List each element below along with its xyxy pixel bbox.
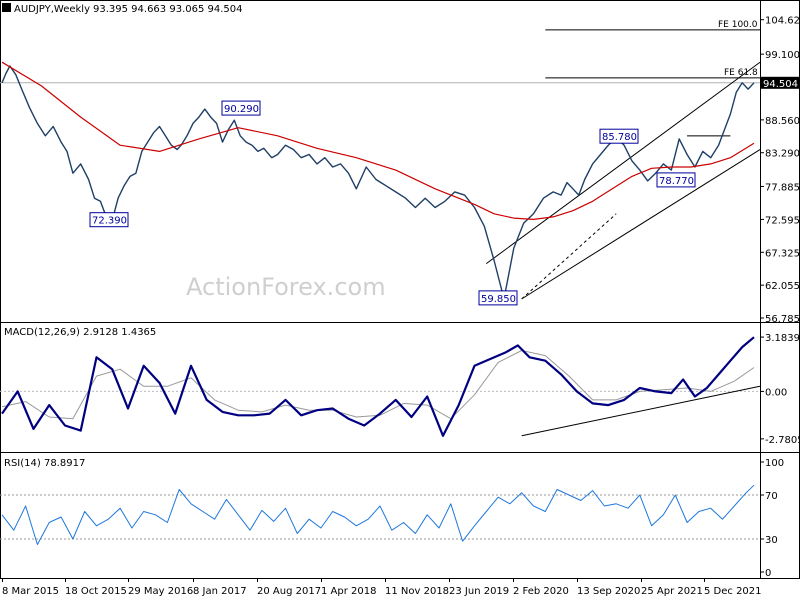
macd-y-tick-label: -2.7805 bbox=[765, 435, 800, 446]
x-tick-label: 2 Feb 2020 bbox=[513, 586, 569, 597]
price-y-tick-label: 56.785 bbox=[765, 314, 800, 325]
x-tick-label: 18 Oct 2015 bbox=[65, 586, 127, 597]
macd-y-tick-label: 0.00 bbox=[765, 387, 787, 398]
price-title: AUDJPY,Weekly bbox=[14, 4, 90, 15]
price-y-tick-label: 77.885 bbox=[765, 182, 800, 193]
panel-frames bbox=[0, 0, 800, 579]
series-line-0-0 bbox=[1, 65, 755, 300]
x-tick-label: 20 Aug 2017 bbox=[257, 586, 321, 597]
x-axis: 8 Mar 2015 18 Oct 2015 29 May 2016 8 Jan 20… bbox=[2, 578, 762, 597]
annotation-label: 72.390 bbox=[92, 216, 127, 227]
panel-border-0 bbox=[0, 0, 800, 323]
price-ohlc: 93.395 94.663 93.065 94.504 bbox=[93, 4, 243, 15]
series-line-1-0 bbox=[1, 336, 755, 437]
price-y-tick-label: 67.325 bbox=[765, 248, 800, 259]
fe-618-label: FE 61.8 bbox=[724, 68, 758, 78]
price-panel: 104.625 99.100 94.504 88.560 83.290 77.885 72.… bbox=[0, 3, 800, 325]
x-tick-label: 8 Jan 2017 bbox=[193, 586, 247, 597]
price-y-tick-label: 99.100 bbox=[765, 50, 800, 61]
x-tick-label: 1 Apr 2018 bbox=[321, 586, 376, 597]
watermark: ActionForex.com bbox=[186, 273, 386, 301]
rsi-y-tick-label: 0 bbox=[765, 568, 771, 579]
panel-border-2 bbox=[0, 452, 800, 579]
rsi-panel: 100 70 30 0 RSI(14) 78.8917 bbox=[0, 458, 784, 579]
price-y-tick-label: 62.055 bbox=[765, 281, 800, 292]
series-line-2-0 bbox=[1, 484, 755, 545]
x-tick-label: 23 Jun 2019 bbox=[449, 586, 509, 597]
price-y-tick-label: 72.595 bbox=[765, 215, 800, 226]
macd-y-tick-label: 3.1839 bbox=[765, 333, 800, 344]
annotation-label: 78.770 bbox=[659, 176, 694, 187]
rsi-y-tick-label: 30 bbox=[765, 535, 778, 546]
annotation-label: 59.850 bbox=[481, 294, 516, 305]
rsi-y-tick-label: 70 bbox=[765, 491, 778, 502]
x-tick-label: 13 Sep 2020 bbox=[577, 586, 640, 597]
macd-title: MACD(12,26,9) 2.9128 1.4365 bbox=[4, 327, 156, 338]
macd-trendline bbox=[521, 385, 761, 437]
series-line-0-1 bbox=[1, 61, 755, 220]
series-line-1-1 bbox=[1, 350, 755, 420]
x-tick-label: 8 Mar 2015 bbox=[2, 586, 59, 597]
annotation-label: 85.780 bbox=[602, 132, 637, 143]
chart-root: 104.625 99.100 94.504 88.560 83.290 77.885 72.… bbox=[0, 0, 800, 600]
macd-panel: 3.1839 0.00 -2.7805 MACD(12,26,9) 2.9128 1.… bbox=[0, 327, 800, 446]
title-marker-icon bbox=[2, 3, 11, 12]
price-y-tick-label: 83.290 bbox=[765, 149, 800, 160]
fe-100-label: FE 100.0 bbox=[718, 20, 758, 30]
x-tick-label: 5 Dec 2021 bbox=[704, 586, 762, 597]
chart-svg: 104.625 99.100 94.504 88.560 83.290 77.885 72.… bbox=[0, 0, 800, 597]
price-y-tick-label: 94.504 bbox=[763, 79, 798, 90]
annotation-label: 90.290 bbox=[224, 104, 259, 115]
x-tick-label: 29 May 2016 bbox=[128, 586, 193, 597]
rsi-y-tick-label: 100 bbox=[765, 458, 784, 469]
rsi-title: RSI(14) 78.8917 bbox=[4, 458, 85, 469]
price-y-tick-label: 104.625 bbox=[765, 16, 800, 27]
price-y-tick-label: 88.560 bbox=[765, 116, 800, 127]
x-tick-label: 25 Apr 2021 bbox=[641, 586, 703, 597]
channel-upper-line bbox=[485, 61, 761, 265]
x-tick-label: 11 Nov 2018 bbox=[385, 586, 449, 597]
